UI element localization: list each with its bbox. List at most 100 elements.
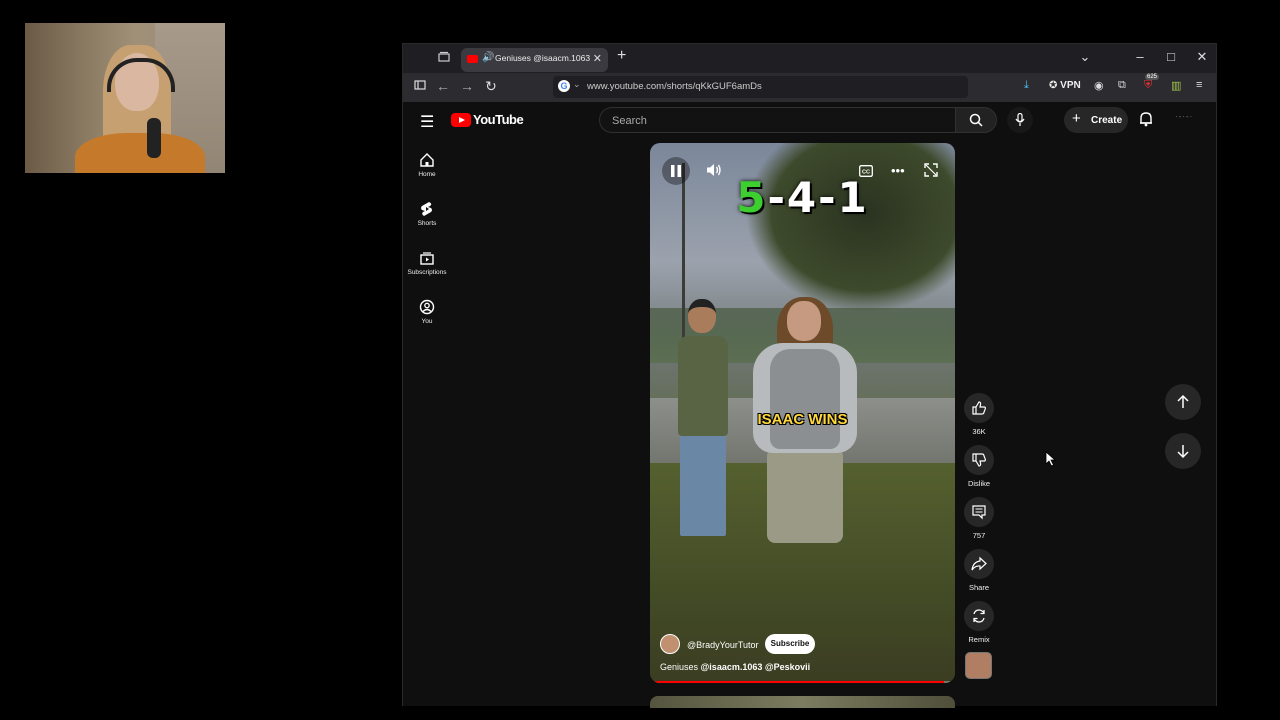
dislike-label: Dislike <box>967 479 991 488</box>
remix-icon <box>973 609 985 623</box>
previous-short-button[interactable] <box>1165 384 1201 420</box>
video-person-right-legs <box>767 448 843 543</box>
mouse-cursor-icon <box>1045 451 1057 467</box>
tab-title: Geniuses @isaacm.1063 @Pesko <box>495 53 591 63</box>
shield-extension-icon[interactable]: ⛨ <box>1144 79 1152 92</box>
pause-icon <box>671 165 681 177</box>
youtube-play-logo-icon <box>451 113 471 127</box>
svg-text:CC: CC <box>862 169 870 175</box>
sidebar-label-you: You <box>421 318 433 325</box>
sidebar-label-home: Home <box>418 171 436 178</box>
share-label: Share <box>968 583 989 592</box>
fullscreen-button[interactable] <box>924 163 938 182</box>
dislike-button[interactable]: Dislike <box>963 445 995 488</box>
search-box[interactable] <box>599 107 955 134</box>
remix-circle[interactable] <box>964 601 994 631</box>
home-icon <box>420 153 434 167</box>
sidebar-label-shorts: Shorts <box>417 220 437 227</box>
microphone-icon <box>1015 113 1025 126</box>
video-person-left-legs <box>680 434 726 536</box>
channel-avatar[interactable] <box>660 634 680 654</box>
microphone <box>147 118 161 158</box>
like-count: 36K <box>972 427 986 436</box>
remix-label: Remix <box>968 635 990 644</box>
score-overlay: 5-4-1 <box>650 173 955 222</box>
bars-extension-icon[interactable]: ▥ <box>1171 79 1181 92</box>
shorts-icon <box>421 202 432 216</box>
tab-list-chevron-icon[interactable]: ⌄ <box>1075 49 1095 65</box>
shorts-video-player[interactable]: 5-4-1 ISAAC WINS CC ••• @BradyYourTutor … <box>650 143 955 683</box>
search-engine-chevron-icon[interactable]: ⌄ <box>573 79 581 90</box>
search-icon <box>969 113 983 127</box>
fullscreen-icon <box>924 163 938 177</box>
back-button[interactable]: ← <box>434 78 452 94</box>
tab-close-icon[interactable]: ✕ <box>593 52 602 65</box>
active-tab[interactable]: 🔊 Geniuses @isaacm.1063 @Pesko ✕ <box>461 48 608 72</box>
search-input[interactable] <box>610 108 944 134</box>
pause-button[interactable] <box>662 157 690 185</box>
share-circle[interactable] <box>964 549 994 579</box>
volume-button[interactable] <box>706 163 722 182</box>
more-options-icon[interactable]: ••• <box>891 163 905 178</box>
d-extension-icon[interactable]: ◉ <box>1094 79 1104 92</box>
you-icon <box>419 299 435 315</box>
short-title-tags[interactable]: @isaacm.1063 @Peskovii <box>701 662 811 672</box>
video-person-right-vest <box>770 349 840 449</box>
share-arrow-icon <box>971 556 987 571</box>
create-button[interactable]: + Create <box>1064 107 1128 133</box>
channel-row: @BradyYourTutor Subscribe <box>660 634 940 656</box>
sidebar-item-shorts[interactable]: Shorts <box>403 201 451 227</box>
webcam-overlay <box>25 23 225 173</box>
loading-indicator-icon: ·-·-· <box>1175 112 1194 121</box>
thumbs-up-icon <box>972 401 986 415</box>
like-circle[interactable] <box>964 393 994 423</box>
next-short-preview[interactable] <box>650 696 955 708</box>
plus-icon: + <box>1072 110 1081 127</box>
audio-playing-icon[interactable]: 🔊 <box>482 52 494 63</box>
comment-icon <box>972 505 986 520</box>
audio-source-avatar[interactable] <box>965 652 992 679</box>
url-text[interactable]: www.youtube.com/shorts/qKkGUF6amDs <box>587 81 762 92</box>
next-short-button[interactable] <box>1165 433 1201 469</box>
sidebar-item-subscriptions[interactable]: Subscriptions <box>403 250 451 276</box>
comment-count: 757 <box>972 531 986 540</box>
tab-manager-icon[interactable] <box>436 51 452 67</box>
sidebar-toggle-icon[interactable] <box>411 78 429 94</box>
voice-search-button[interactable] <box>1007 107 1033 133</box>
guide-menu-icon[interactable]: ☰ <box>420 112 434 132</box>
thumbs-down-icon <box>972 453 986 467</box>
close-window-button[interactable]: ✕ <box>1192 49 1212 65</box>
sidebar-item-you[interactable]: You <box>403 299 451 325</box>
score-green: 5 <box>736 173 768 222</box>
address-bar-row: ← → ↻ G ⌄ www.youtube.com/shorts/qKkGUF6… <box>403 73 1216 102</box>
subscribe-button[interactable]: Subscribe <box>765 634 815 654</box>
maximize-button[interactable]: □ <box>1161 49 1181 64</box>
closed-captions-icon: CC <box>859 165 873 177</box>
captions-button[interactable]: CC <box>859 164 873 182</box>
comments-circle[interactable] <box>964 497 994 527</box>
arrow-up-icon <box>1177 394 1189 408</box>
extension-badge: 625 <box>1145 74 1160 80</box>
channel-name[interactable]: @BradyYourTutor <box>687 640 759 650</box>
minimize-button[interactable]: – <box>1130 49 1150 64</box>
new-tab-button[interactable]: + <box>617 47 626 65</box>
share-button[interactable]: Share <box>963 549 995 592</box>
extensions-puzzle-icon[interactable]: ⧉ <box>1118 79 1126 92</box>
dislike-circle[interactable] <box>964 445 994 475</box>
sidebar-item-home[interactable]: Home <box>403 152 451 178</box>
google-search-engine-icon[interactable]: G <box>558 80 570 92</box>
reload-button[interactable]: ↻ <box>482 78 500 95</box>
like-button[interactable]: 36K <box>963 393 995 436</box>
vpn-button[interactable]: ✪ VPN <box>1049 80 1081 91</box>
video-progress-bar[interactable] <box>655 681 950 683</box>
comments-button[interactable]: 757 <box>963 497 995 540</box>
download-icon[interactable]: ⤓ <box>1024 79 1029 92</box>
browser-menu-icon[interactable]: ≡ <box>1196 79 1202 91</box>
search-button[interactable] <box>955 107 997 133</box>
youtube-favicon-icon <box>467 55 478 63</box>
forward-button[interactable]: → <box>458 78 476 94</box>
address-bar[interactable]: G ⌄ www.youtube.com/shorts/qKkGUF6amDs <box>553 76 968 98</box>
notifications-bell-icon[interactable] <box>1139 111 1153 132</box>
remix-button[interactable]: Remix <box>963 601 995 644</box>
youtube-logo-text: YouTube <box>473 112 524 127</box>
